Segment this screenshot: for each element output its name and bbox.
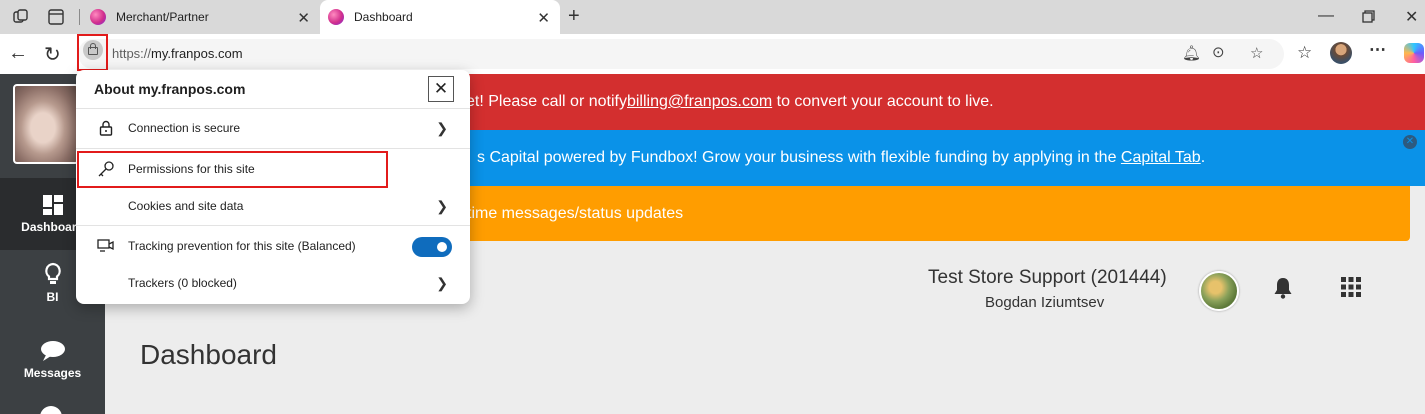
site-info-button[interactable] — [77, 34, 108, 71]
user-name[interactable]: Bogdan Iziumtsev — [985, 294, 1104, 311]
connection-secure-row[interactable]: Connection is secure ❯ — [76, 110, 470, 146]
banner-text: . — [1200, 149, 1206, 166]
divider — [76, 148, 470, 149]
sidebar-item-label: BI — [46, 290, 59, 304]
copilot-icon[interactable] — [1404, 43, 1424, 63]
banner-text: time messages/status updates — [467, 204, 684, 222]
divider — [76, 225, 470, 226]
restore-icon[interactable] — [1362, 10, 1375, 23]
lock-icon — [88, 47, 98, 55]
tab-merchant-partner[interactable]: Merchant/Partner ✕ — [80, 0, 320, 34]
tab-strip: Merchant/Partner ✕ Dashboard ✕ + — ✕ — [0, 0, 1425, 34]
close-icon[interactable]: ✕ — [428, 76, 454, 102]
refresh-icon[interactable]: ↻ — [44, 42, 61, 67]
bell-icon[interactable] — [1271, 276, 1295, 300]
tab-dashboard[interactable]: Dashboard ✕ — [320, 0, 560, 34]
row-label: Cookies and site data — [128, 199, 244, 213]
cookies-row[interactable]: Cookies and site data ❯ — [76, 188, 470, 224]
sidebar-more-icon[interactable] — [40, 406, 62, 414]
capital-tab-link[interactable]: Capital Tab — [1121, 149, 1201, 167]
billing-email-link[interactable]: billing@franpos.com — [627, 93, 772, 111]
tab-title: Merchant/Partner — [116, 10, 209, 24]
back-icon[interactable]: ← — [8, 42, 28, 65]
close-tab-icon[interactable]: ✕ — [297, 9, 310, 27]
franpos-favicon — [328, 9, 344, 25]
row-label: Tracking prevention for this site (Balan… — [128, 239, 356, 253]
new-tab-icon[interactable]: + — [568, 5, 580, 28]
url-text[interactable]: https://my.franpos.com — [112, 46, 243, 61]
banner-text: et! Please call or notify — [466, 93, 627, 110]
browser-toolbar: ← ↻ https://my.franpos.com 🔔︎ ⊙ ☆ ☆ ⋯ — [0, 34, 1425, 74]
lightbulb-icon — [44, 262, 61, 284]
sidebar-item-messages[interactable]: Messages — [0, 340, 105, 390]
chevron-right-icon: ❯ — [436, 119, 448, 136]
tracking-prevention-row: Tracking prevention for this site (Balan… — [76, 228, 470, 264]
settings-more-icon[interactable]: ⋯ — [1369, 40, 1386, 60]
minimize-icon[interactable]: — — [1318, 7, 1334, 25]
store-name[interactable]: Test Store Support (201444) — [928, 267, 1167, 289]
tab-title: Dashboard — [354, 10, 413, 24]
chevron-right-icon: ❯ — [436, 274, 448, 291]
row-label: Trackers (0 blocked) — [128, 276, 237, 290]
tracking-prevention-icon — [97, 239, 114, 252]
banner-text: to convert your account to live. — [772, 93, 994, 110]
banner-text: s Capital powered by Fundbox! Grow your … — [477, 149, 1121, 166]
apps-grid-icon[interactable] — [1341, 277, 1361, 297]
notification-icon[interactable]: 🔔︎ — [1182, 44, 1201, 62]
profile-avatar[interactable] — [1330, 42, 1352, 64]
tab-actions-icon[interactable] — [47, 8, 65, 26]
dashboard-icon — [42, 195, 63, 215]
permissions-highlight — [77, 151, 388, 188]
sidebar-item-label: Dashboard — [21, 220, 84, 234]
address-bar[interactable]: https://my.franpos.com 🔔︎ ⊙ ☆ — [78, 39, 1284, 69]
trackers-row[interactable]: Trackers (0 blocked) ❯ — [76, 265, 470, 301]
page-title: Dashboard — [140, 339, 277, 370]
chevron-right-icon: ❯ — [436, 197, 448, 214]
more-options-icon[interactable]: ⊙ — [1212, 43, 1225, 61]
tracking-prevention-toggle[interactable] — [412, 237, 452, 257]
franpos-favicon — [90, 9, 106, 25]
sidebar-item-label: Messages — [23, 366, 82, 380]
banner-close-icon[interactable]: ✕ — [1403, 135, 1417, 149]
favorite-star-icon[interactable]: ☆ — [1250, 44, 1263, 62]
workspaces-icon[interactable] — [12, 8, 30, 26]
lock-icon — [99, 120, 113, 136]
close-tab-icon[interactable]: ✕ — [537, 9, 550, 27]
close-window-icon[interactable]: ✕ — [1405, 7, 1418, 27]
chat-icon — [40, 341, 65, 361]
favorites-icon[interactable]: ☆ — [1297, 43, 1312, 63]
row-label: Connection is secure — [128, 121, 241, 135]
popup-title: About my.franpos.com — [94, 81, 246, 97]
user-avatar[interactable] — [1199, 271, 1239, 311]
store-photo — [13, 84, 79, 164]
divider — [76, 108, 470, 109]
